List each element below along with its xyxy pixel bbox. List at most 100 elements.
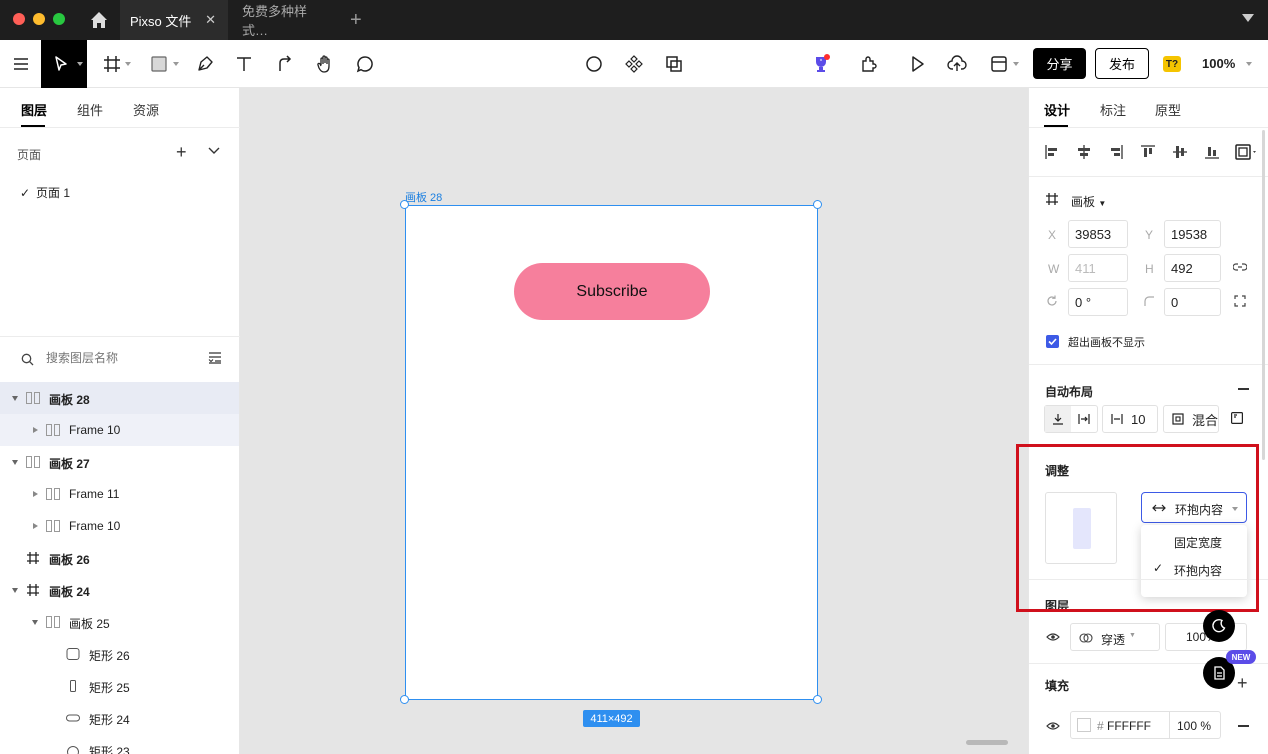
frame-type-select[interactable]: 画板 ▼ [1071, 193, 1106, 210]
remove-fill-icon[interactable] [1238, 725, 1249, 727]
pen-tool-icon[interactable] [193, 52, 217, 76]
hand-tool-icon[interactable] [313, 52, 337, 76]
layer-row[interactable]: 矩形 25 [0, 670, 239, 702]
align-right-icon[interactable] [1108, 144, 1124, 160]
w-input[interactable]: 411 [1068, 254, 1128, 282]
tab-layers[interactable]: 图层 [21, 100, 47, 119]
resize-handle-bottom-left[interactable] [400, 695, 409, 704]
option-fixed-width[interactable]: 固定宽度 [1141, 528, 1247, 554]
blend-mode-select[interactable]: 穿透 ▼ [1070, 623, 1160, 651]
rotation-input[interactable]: 0 ° [1068, 288, 1128, 316]
add-page-icon[interactable]: + [176, 142, 187, 163]
tabs-dropdown-icon[interactable] [1242, 14, 1254, 22]
layer-row[interactable]: 矩形 26 [0, 638, 239, 670]
resize-handle-top-left[interactable] [400, 200, 409, 209]
close-window-button[interactable] [13, 13, 25, 25]
zoom-level[interactable]: 100% [1202, 56, 1235, 71]
layer-row[interactable]: Frame 11 [0, 478, 239, 510]
remove-auto-layout-icon[interactable] [1238, 388, 1249, 390]
layout-icon[interactable] [987, 52, 1011, 76]
layer-row[interactable]: 画板 25 [0, 606, 239, 638]
component-icon[interactable] [622, 52, 646, 76]
alignment-panel-icon[interactable] [1231, 412, 1244, 427]
fill-swatch[interactable] [1077, 718, 1091, 732]
search-input[interactable] [46, 351, 196, 365]
layer-row[interactable]: 矩形 23 [0, 734, 239, 754]
layer-row[interactable]: 画板 24 [0, 574, 239, 606]
align-center-h-icon[interactable] [1076, 144, 1092, 160]
align-center-v-icon[interactable] [1172, 144, 1188, 160]
menu-icon[interactable] [9, 52, 33, 76]
share-button[interactable]: 分享 [1033, 48, 1086, 79]
eye-icon[interactable] [1046, 631, 1060, 645]
zoom-caret-icon[interactable] [1246, 62, 1252, 66]
tab-pixso-file[interactable]: Pixso 文件 ✕ [120, 0, 228, 40]
canvas[interactable]: 画板 28 Subscribe 411×492 [240, 88, 1028, 754]
tab-prototype[interactable]: 原型 [1155, 100, 1181, 119]
frame-tool-icon[interactable] [100, 52, 124, 76]
circle-mask-icon[interactable] [582, 52, 606, 76]
tab-components[interactable]: 组件 [77, 100, 103, 119]
board-label[interactable]: 画板 28 [405, 189, 442, 205]
align-top-icon[interactable] [1140, 144, 1156, 160]
new-tab-icon[interactable]: + [350, 9, 362, 32]
expand-arrow-right-icon[interactable] [33, 427, 38, 433]
resizing-select[interactable]: 环抱内容 [1141, 492, 1247, 523]
expand-arrow-right-icon[interactable] [33, 491, 38, 497]
chevron-down-icon[interactable] [208, 144, 220, 158]
publish-button[interactable]: 发布 [1095, 48, 1149, 79]
radius-input[interactable]: 0 [1164, 288, 1221, 316]
layer-row[interactable]: 画板 27 [0, 446, 239, 478]
y-input[interactable]: 19538 [1164, 220, 1221, 248]
tab-assets[interactable]: 资源 [133, 100, 159, 119]
move-tool-icon[interactable] [41, 40, 87, 88]
add-fill-icon[interactable]: + [1237, 673, 1248, 694]
layer-row[interactable]: 画板 28 [0, 382, 239, 414]
close-tab-icon[interactable]: ✕ [205, 12, 216, 28]
help-badge[interactable]: T? [1163, 56, 1181, 72]
horizontal-scrollbar[interactable] [966, 740, 1008, 745]
expand-arrow-right-icon[interactable] [33, 523, 38, 529]
subscribe-button[interactable]: Subscribe [514, 263, 710, 320]
play-icon[interactable] [905, 52, 929, 76]
layer-row[interactable]: 矩形 24 [0, 702, 239, 734]
expand-arrow-down-icon[interactable] [32, 620, 38, 625]
resize-handle-bottom-right[interactable] [813, 695, 822, 704]
resize-handle-top-right[interactable] [813, 200, 822, 209]
rectangle-tool-icon[interactable] [147, 52, 171, 76]
layer-row[interactable]: 画板 26 [0, 542, 239, 574]
minimize-window-button[interactable] [33, 13, 45, 25]
layer-row[interactable]: Frame 10 [0, 510, 239, 542]
x-input[interactable]: 39853 [1068, 220, 1128, 248]
horizontal-direction-icon[interactable] [1071, 406, 1097, 432]
distribute-icon[interactable] [1235, 144, 1259, 160]
panel-scrollbar[interactable] [1262, 130, 1265, 460]
expand-arrow-down-icon[interactable] [12, 460, 18, 465]
tab-annotate[interactable]: 标注 [1100, 100, 1126, 119]
align-left-icon[interactable] [1044, 144, 1060, 160]
h-input[interactable]: 492 [1164, 254, 1221, 282]
tab-design[interactable]: 设计 [1044, 100, 1070, 119]
home-icon[interactable] [88, 9, 110, 31]
comment-tool-icon[interactable] [353, 52, 377, 76]
independent-corners-icon[interactable] [1234, 295, 1246, 310]
vertical-direction-icon[interactable] [1045, 406, 1071, 432]
artboard[interactable]: Subscribe [405, 205, 818, 700]
connector-tool-icon[interactable] [273, 52, 297, 76]
expand-arrow-down-icon[interactable] [12, 396, 18, 401]
plugin-icon[interactable] [857, 52, 881, 76]
constrain-proportions-icon[interactable] [1232, 261, 1248, 275]
align-bottom-icon[interactable] [1204, 144, 1220, 160]
spacing-input[interactable]: 10 [1102, 405, 1158, 433]
cloud-upload-icon[interactable] [945, 52, 969, 76]
clip-content-checkbox[interactable] [1046, 335, 1059, 348]
text-tool-icon[interactable] [232, 52, 256, 76]
filter-icon[interactable] [208, 352, 222, 367]
layer-row[interactable]: Frame 10 [0, 414, 239, 446]
expand-arrow-down-icon[interactable] [12, 588, 18, 593]
direction-toggle[interactable] [1044, 405, 1098, 433]
trophy-icon[interactable] [809, 52, 833, 76]
page-item[interactable]: ✓ 页面 1 [20, 184, 70, 201]
eye-icon[interactable] [1046, 720, 1060, 734]
tab-template[interactable]: 免费多种样式… [232, 0, 342, 40]
